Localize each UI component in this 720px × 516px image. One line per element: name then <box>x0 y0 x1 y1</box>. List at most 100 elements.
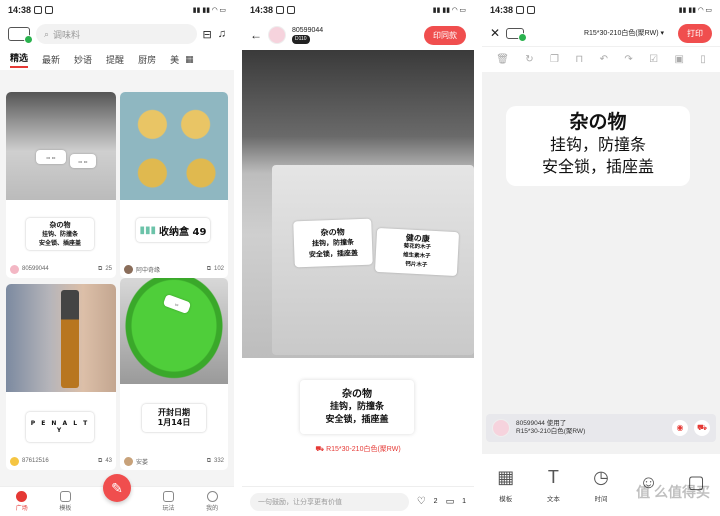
like-count: 2 <box>433 498 438 505</box>
close-icon[interactable]: ✕ <box>490 26 500 40</box>
delete-icon[interactable]: 🗑︎ <box>496 54 509 65</box>
search-input[interactable]: ⌕ 调味料 <box>36 24 197 44</box>
comment-input[interactable]: 一句鼓励，让分享更有价值 <box>250 492 409 511</box>
image-icon[interactable]: ▣ <box>674 54 683 65</box>
create-button[interactable]: ✎ <box>103 474 131 502</box>
preview-eye-button[interactable]: ◉ <box>672 420 688 436</box>
template-icon: ▦ <box>497 466 515 487</box>
card-author: 87612516 <box>22 458 49 464</box>
align-icon[interactable]: ▯ <box>700 54 706 65</box>
system-icons: ▮▮ ▮▮ ◠ ▭ <box>432 7 466 14</box>
status-bar: 14:38 ▮▮ ▮▮ ◠ ▭ <box>0 0 234 20</box>
tab-kitchen[interactable]: 厨房 <box>138 53 156 66</box>
card-author: 80599044 <box>22 266 49 272</box>
lock-icon[interactable]: ⊓ <box>575 54 583 65</box>
canvas-line[interactable]: 挂钩，防撞条 <box>514 134 682 156</box>
canvas-line[interactable]: 安全锁，插座盖 <box>514 156 682 178</box>
print-count-icon: ⧉ <box>98 265 103 272</box>
print-same-button[interactable]: 印同款 <box>424 25 466 45</box>
label-spec-select[interactable]: R15*30-210白色(聚RW) ▾ <box>584 28 664 38</box>
card-footer: 安娄 ⧉ 332 <box>120 452 228 470</box>
text-icon: T <box>547 466 559 487</box>
card-photo <box>6 284 116 392</box>
clock-icon: ◷ <box>593 466 609 487</box>
photo-label-health: 健の康 菊花的木子 维生素木子 钙片木子 <box>374 227 460 277</box>
avatar <box>10 264 19 274</box>
template-source: 80599044 使用了 R15*30-210白色(聚RW) ◉ ⛟ <box>486 414 716 442</box>
chart-icon: ▮▮▮ <box>139 224 157 236</box>
device-badge: D110 <box>292 35 310 44</box>
label-spec[interactable]: ⛟ R15*30-210白色(聚RW) <box>242 444 474 454</box>
buy-button[interactable]: ⛟ <box>694 420 710 436</box>
feed-card[interactable]: P E N A L T Y 87612516 ⧉ 43 <box>6 284 116 470</box>
print-count-icon: ⧉ <box>98 457 103 464</box>
avatar <box>10 456 19 466</box>
category-tabs: 精选 最新 妙语 提醒 厨房 美 ▦ <box>0 48 234 70</box>
cart-icon: ⛟ <box>315 446 327 453</box>
label-preview: 杂の物 挂钩，防撞条 安全锁，插座盖 <box>300 380 414 434</box>
card-label-preview: P E N A L T Y <box>26 412 94 442</box>
print-count-icon: ⧉ <box>206 265 211 272</box>
search-placeholder: 调味料 <box>53 29 81 40</box>
label-canvas[interactable]: 杂の物 挂钩，防撞条 安全锁，插座盖 <box>506 106 690 186</box>
bell-icon[interactable]: ♫ <box>218 28 226 40</box>
tab-latest[interactable]: 最新 <box>42 53 60 66</box>
plaza-icon <box>16 491 28 502</box>
print-count: 102 <box>213 266 224 272</box>
copy-icon[interactable]: ❐ <box>550 54 559 65</box>
print-count-icon: ⧉ <box>206 457 211 464</box>
avatar <box>124 264 133 274</box>
notification-icon <box>45 6 54 14</box>
tab-reminders[interactable]: 提醒 <box>106 53 124 66</box>
printer-connected-icon[interactable] <box>506 27 528 42</box>
nav-plaza[interactable]: 广场 <box>16 491 28 512</box>
multiselect-icon[interactable]: ☑ <box>649 54 658 65</box>
printer-connected-icon[interactable] <box>8 27 33 44</box>
nav-play[interactable]: 玩法 <box>163 491 175 512</box>
clock: 14:38 <box>8 5 32 15</box>
redo-icon[interactable]: ↷ <box>624 54 632 65</box>
avatar <box>124 456 133 466</box>
tool-text[interactable]: T 文本 <box>543 466 563 504</box>
cart-icon: ⛟ <box>696 423 708 432</box>
tab-beauty[interactable]: 美 <box>170 53 179 66</box>
card-footer: 阿中奇缘 ⧉ 102 <box>120 260 228 278</box>
system-icons: ▮▮ ▮▮ ◠ ▭ <box>192 7 226 14</box>
feed-grid: ▭ ▭ ▭ ▭ 杂の物 挂钩、防撞条 安全锁、插座盖 80599044 ⧉ 25… <box>4 90 230 486</box>
feed-card[interactable]: ▭ ▭ ▭ ▭ 杂の物 挂钩、防撞条 安全锁、插座盖 80599044 ⧉ 25 <box>6 92 116 278</box>
status-bar: 14:38 ▮▮ ▮▮ ◠ ▭ <box>242 0 474 20</box>
edit-icon: ✎ <box>111 479 123 496</box>
card-footer: 80599044 ⧉ 25 <box>6 260 116 278</box>
card-photo: ▭ ▭ ▭ ▭ <box>6 92 116 200</box>
comment-bar: 一句鼓励，让分享更有价值 ♡ 2 ▭ 1 <box>242 486 474 516</box>
comment-count: 1 <box>462 498 466 505</box>
nav-templates[interactable]: 模板 <box>59 491 71 512</box>
clock: 14:38 <box>490 5 514 15</box>
card-author: 阿中奇缘 <box>136 267 161 274</box>
card-footer: 87612516 ⧉ 43 <box>6 452 116 470</box>
rotate-icon[interactable]: ↻ <box>525 54 533 65</box>
comment-icon[interactable]: ▭ <box>446 496 455 507</box>
canvas-title[interactable]: 杂の物 <box>514 110 682 134</box>
shop-icon[interactable]: ⊟ <box>203 28 212 41</box>
heart-icon[interactable]: ♡ <box>417 496 426 507</box>
photo-label: ▭ ▭ <box>36 150 66 164</box>
profile-icon <box>206 491 218 502</box>
avatar[interactable] <box>268 26 286 44</box>
print-count: 25 <box>105 266 112 272</box>
feed-card[interactable]: ▮▮▮ 收纳盒 49 阿中奇缘 ⧉ 102 <box>120 92 228 278</box>
feed-card[interactable]: ▭ 开封日期 1月14日 安娄 ⧉ 332 <box>120 278 228 470</box>
grid-menu-icon[interactable]: ▦ <box>185 54 194 65</box>
status-bar: 14:38 ▮▮ ▮▮ ◠ ▭ <box>482 0 720 20</box>
tool-time[interactable]: ◷ 时间 <box>591 466 611 504</box>
tool-template[interactable]: ▦ 模板 <box>496 466 516 504</box>
back-arrow-icon[interactable]: ← <box>250 28 262 42</box>
system-icons: ▮▮ ▮▮ ◠ ▭ <box>678 7 712 14</box>
photo-label: ▭ ▭ <box>70 154 96 168</box>
undo-icon[interactable]: ↶ <box>600 54 608 65</box>
tab-quotes[interactable]: 妙语 <box>74 53 92 66</box>
tab-featured[interactable]: 精选 <box>10 51 29 68</box>
nav-profile[interactable]: 我的 <box>206 491 218 512</box>
print-count: 43 <box>105 458 112 464</box>
print-button[interactable]: 打印 <box>678 23 712 43</box>
